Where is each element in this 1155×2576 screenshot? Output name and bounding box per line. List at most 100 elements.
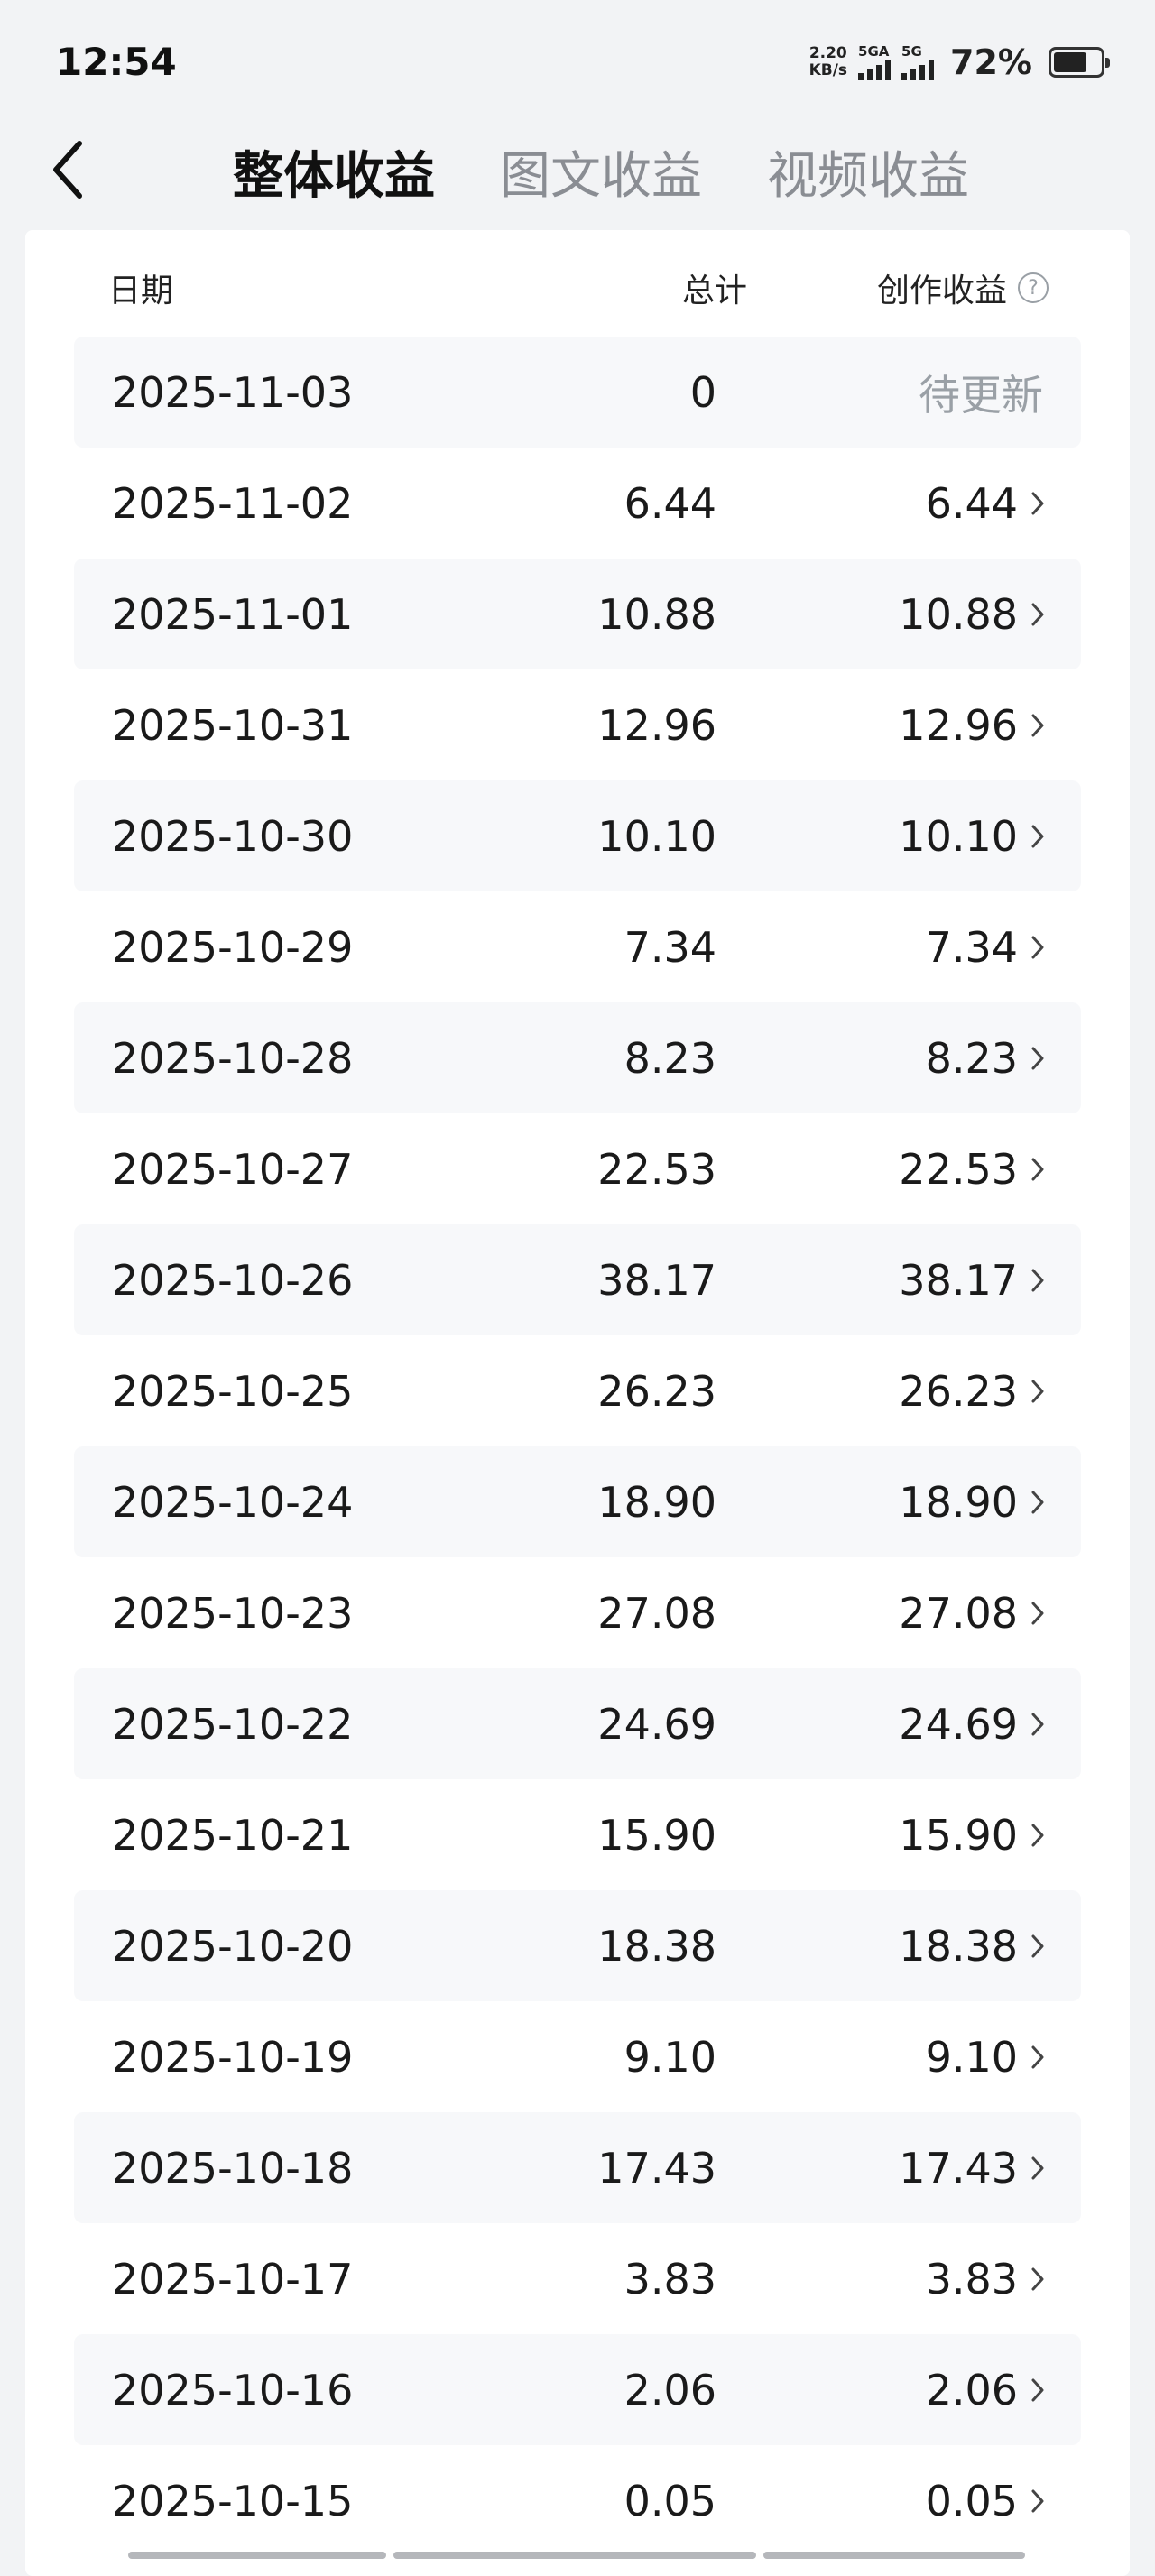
row-creation-earnings: 10.10 (899, 811, 1018, 861)
chevron-left-icon (53, 141, 82, 199)
chevron-right-icon[interactable] (1030, 2112, 1045, 2223)
row-total: 18.90 (597, 1477, 716, 1527)
row-total: 9.10 (624, 2032, 716, 2082)
row-date: 2025-10-25 (112, 1366, 354, 1416)
chevron-right-icon[interactable] (1030, 1224, 1045, 1335)
row-creation-earnings: 2.06 (925, 2365, 1018, 2414)
signal-icon-sim1: 5GA (858, 43, 892, 80)
row-date: 2025-11-01 (112, 589, 354, 639)
row-creation-earnings: 27.08 (899, 1588, 1018, 1638)
tab-overall-earnings[interactable]: 整体收益 (233, 135, 435, 208)
row-creation-earnings: 7.34 (925, 922, 1018, 972)
sim1-label: 5GA (858, 43, 890, 60)
tab-video-earnings[interactable]: 视频收益 (767, 135, 969, 208)
row-date: 2025-10-23 (112, 1588, 354, 1638)
row-date: 2025-10-30 (112, 811, 354, 861)
table-row[interactable]: 2025-10-30 10.10 10.10 (74, 780, 1081, 891)
row-date: 2025-10-16 (112, 2365, 354, 2414)
row-creation-earnings: 6.44 (925, 478, 1018, 528)
chevron-right-icon[interactable] (1030, 780, 1045, 891)
back-button[interactable] (42, 134, 96, 206)
sim2-label: 5G (901, 43, 922, 60)
table-row[interactable]: 2025-10-29 7.34 7.34 (74, 891, 1081, 1002)
row-creation-earnings: 38.17 (899, 1255, 1018, 1305)
row-date: 2025-11-02 (112, 478, 354, 528)
row-creation-earnings: 15.90 (899, 1810, 1018, 1860)
chevron-right-icon[interactable] (1030, 2334, 1045, 2445)
row-total: 12.96 (597, 700, 716, 750)
table-header: 日期 总计 创作收益 ? (25, 230, 1130, 337)
battery-fill (1054, 52, 1086, 72)
chevron-right-icon[interactable] (1030, 891, 1045, 1002)
network-speed: 2.20 KB/s (809, 45, 847, 79)
table-row[interactable]: 2025-11-01 10.88 10.88 (74, 559, 1081, 669)
table-row[interactable]: 2025-11-02 6.44 6.44 (74, 448, 1081, 559)
row-total: 8.23 (624, 1033, 716, 1083)
table-row[interactable]: 2025-10-28 8.23 8.23 (74, 1002, 1081, 1113)
chevron-right-icon[interactable] (1030, 1335, 1045, 1446)
row-date: 2025-10-31 (112, 700, 354, 750)
battery-icon (1049, 47, 1110, 78)
chevron-right-icon[interactable] (1030, 669, 1045, 780)
table-row[interactable]: 2025-10-31 12.96 12.96 (74, 669, 1081, 780)
chevron-right-icon[interactable] (1030, 448, 1045, 559)
column-header-date: 日期 (108, 272, 174, 309)
row-date: 2025-10-21 (112, 1810, 354, 1860)
row-total: 38.17 (597, 1255, 716, 1305)
row-date: 2025-10-20 (112, 1921, 354, 1971)
row-date: 2025-10-28 (112, 1033, 354, 1083)
row-total: 17.43 (597, 2143, 716, 2193)
chevron-right-icon[interactable] (1030, 1446, 1045, 1557)
row-date: 2025-10-15 (112, 2476, 354, 2525)
battery-percent: 72% (950, 42, 1032, 82)
chevron-right-icon[interactable] (1030, 1668, 1045, 1779)
column-header-creation-earnings-label: 创作收益 (876, 272, 1007, 309)
row-total: 2.06 (624, 2365, 716, 2414)
table-row[interactable]: 2025-10-21 15.90 15.90 (74, 1779, 1081, 1890)
chevron-right-icon[interactable] (1030, 559, 1045, 669)
table-row[interactable]: 2025-10-17 3.83 3.83 (74, 2223, 1081, 2334)
table-row[interactable]: 2025-10-20 18.38 18.38 (74, 1890, 1081, 2001)
row-total: 3.83 (624, 2254, 716, 2304)
status-bar: 12:54 2.20 KB/s 5GA 5G 72% (0, 0, 1155, 126)
table-row[interactable]: 2025-10-27 22.53 22.53 (74, 1113, 1081, 1224)
row-total: 0.05 (624, 2476, 716, 2525)
chevron-right-icon[interactable] (1030, 1002, 1045, 1113)
table-row[interactable]: 2025-10-26 38.17 38.17 (74, 1224, 1081, 1335)
row-date: 2025-10-26 (112, 1255, 354, 1305)
chevron-right-icon[interactable] (1030, 2001, 1045, 2112)
chevron-right-icon[interactable] (1030, 1557, 1045, 1668)
row-total: 10.88 (597, 589, 716, 639)
row-date: 2025-10-29 (112, 922, 354, 972)
row-pending-status: 待更新 (919, 370, 1043, 420)
row-total: 27.08 (597, 1588, 716, 1638)
row-creation-earnings: 18.90 (899, 1477, 1018, 1527)
signal-icon-sim2: 5G (901, 43, 935, 80)
table-body: 2025-11-03 0 待更新 2025-11-02 6.44 6.44 2025-11-… (74, 337, 1081, 2556)
chevron-right-icon[interactable] (1030, 2223, 1045, 2334)
chevron-right-icon[interactable] (1030, 1113, 1045, 1224)
row-date: 2025-10-24 (112, 1477, 354, 1527)
row-date: 2025-10-17 (112, 2254, 354, 2304)
table-row[interactable]: 2025-10-15 0.05 0.05 (74, 2445, 1081, 2556)
table-row[interactable]: 2025-10-16 2.06 2.06 (74, 2334, 1081, 2445)
row-creation-earnings: 17.43 (899, 2143, 1018, 2193)
chevron-right-icon[interactable] (1030, 2445, 1045, 2556)
row-total: 22.53 (597, 1144, 716, 1194)
table-row[interactable]: 2025-10-19 9.10 9.10 (74, 2001, 1081, 2112)
table-row[interactable]: 2025-10-24 18.90 18.90 (74, 1446, 1081, 1557)
tab-article-earnings[interactable]: 图文收益 (500, 135, 702, 208)
chevron-right-icon[interactable] (1030, 1779, 1045, 1890)
table-row[interactable]: 2025-10-23 27.08 27.08 (74, 1557, 1081, 1668)
help-icon[interactable]: ? (1018, 272, 1049, 303)
row-total: 0 (689, 367, 716, 417)
network-speed-unit: KB/s (808, 61, 848, 79)
header: 整体收益 图文收益 视频收益 (0, 126, 1155, 230)
table-row[interactable]: 2025-10-25 26.23 26.23 (74, 1335, 1081, 1446)
chevron-right-icon[interactable] (1030, 1890, 1045, 2001)
table-row[interactable]: 2025-10-22 24.69 24.69 (74, 1668, 1081, 1779)
table-row[interactable]: 2025-10-18 17.43 17.43 (74, 2112, 1081, 2223)
table-row: 2025-11-03 0 待更新 (74, 337, 1081, 448)
row-total: 26.23 (597, 1366, 716, 1416)
row-creation-earnings: 10.88 (899, 589, 1018, 639)
